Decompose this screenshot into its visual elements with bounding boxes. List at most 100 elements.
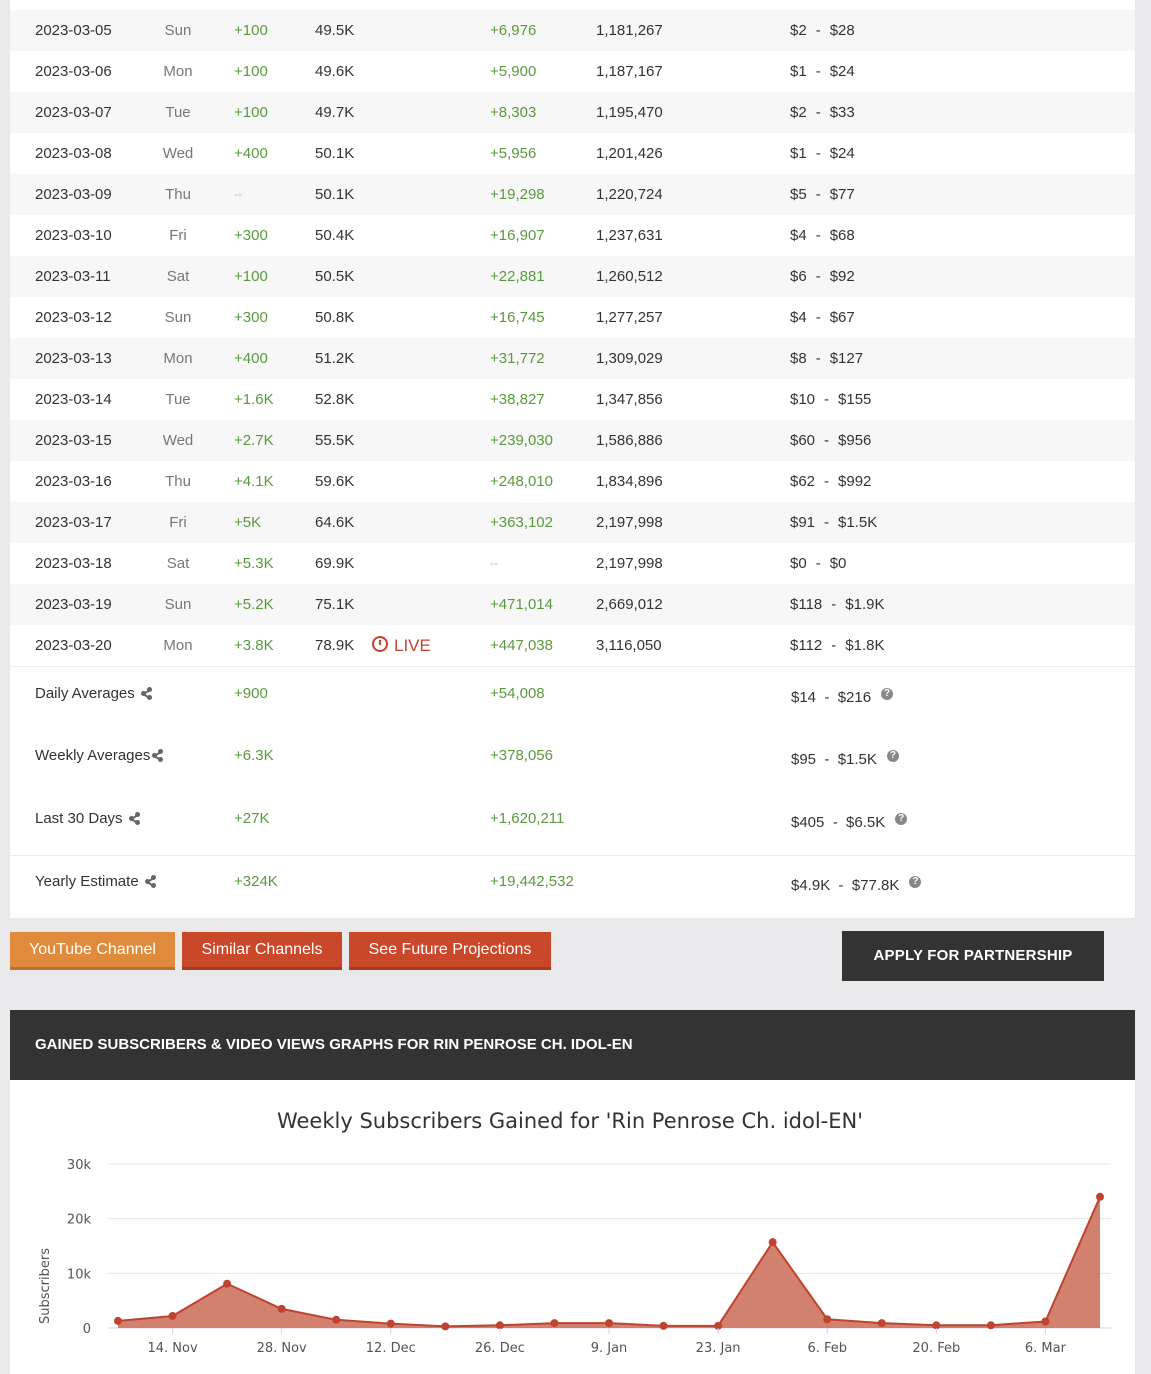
earnings-high: $1.9K <box>845 596 885 613</box>
earnings-separator: - <box>815 268 821 285</box>
live-badge[interactable]: LIVE <box>372 625 431 666</box>
summary-views: +1,620,211 <box>490 810 565 827</box>
data-point[interactable] <box>659 1321 668 1330</box>
row-day: Thu <box>165 186 191 203</box>
earnings-separator: - <box>824 432 830 449</box>
data-point[interactable] <box>386 1319 395 1328</box>
apply-partnership-button[interactable]: APPLY FOR PARTNERSHIP <box>842 931 1104 981</box>
row-subs-total: 50.4K <box>315 227 355 244</box>
earnings-high: $24 <box>829 145 855 162</box>
youtube-channel-button[interactable]: YouTube Channel <box>10 932 175 970</box>
earnings-separator: - <box>815 555 821 572</box>
earnings-low: $1 <box>790 63 807 80</box>
summary-row-weekly: Weekly Averages +6.3K +378,056 $95 - $1.… <box>10 729 1135 791</box>
row-subs-total: 69.9K <box>315 555 355 572</box>
row-subs-total: 49.7K <box>315 104 355 121</box>
row-date: 2023-03-09 <box>35 186 112 203</box>
row-subs-change: +400 <box>234 145 268 162</box>
row-subs-change: +5K <box>234 514 262 531</box>
row-views-change: +363,102 <box>490 514 553 531</box>
table-row: 2023-03-15 Wed +2.7K 55.5K +239,030 1,586,886… <box>10 420 1135 462</box>
earnings-separator: - <box>815 104 821 121</box>
earnings-high: $0 <box>829 555 847 572</box>
table-row: 2023-03-05 Sun +100 49.5K +6,976 1,181,267 $2-… <box>10 10 1135 52</box>
earnings-low: $60 <box>790 432 816 449</box>
summary-views: +378,056 <box>490 747 553 764</box>
similar-channels-button[interactable]: Similar Channels <box>182 932 342 970</box>
data-point[interactable] <box>441 1322 450 1331</box>
row-earnings: $2- $28 <box>790 10 855 51</box>
earnings-high: $1.8K <box>845 637 885 654</box>
x-tick-label: 9. Jan <box>591 1341 628 1356</box>
row-views-total: 1,201,426 <box>596 145 663 162</box>
data-point[interactable] <box>114 1316 122 1325</box>
data-point[interactable] <box>986 1321 995 1330</box>
summary-label: Daily Averages <box>35 685 153 702</box>
x-tick-label: 12. Dec <box>366 1341 416 1356</box>
data-point[interactable] <box>768 1238 777 1247</box>
earnings-low: $2 <box>790 104 807 121</box>
row-views-change: +16,907 <box>490 227 545 244</box>
summary-earnings: $405 - $6.5K? <box>791 813 908 831</box>
row-subs-change: -- <box>234 187 242 201</box>
help-icon[interactable]: ? <box>909 876 922 888</box>
row-subs-change: +2.7K <box>234 432 274 449</box>
data-point[interactable] <box>605 1319 613 1328</box>
row-date: 2023-03-08 <box>35 145 112 162</box>
share-icon[interactable] <box>144 875 157 888</box>
summary-earnings: $4.9K - $77.8K? <box>791 876 922 894</box>
data-point[interactable] <box>823 1315 832 1324</box>
row-views-total: 1,834,896 <box>596 473 663 490</box>
data-point[interactable] <box>223 1279 232 1288</box>
data-point[interactable] <box>550 1319 559 1328</box>
row-subs-total: 64.6K <box>315 514 355 531</box>
row-views-total: 1,187,167 <box>596 63 663 80</box>
data-point[interactable] <box>1096 1192 1104 1201</box>
data-point[interactable] <box>168 1311 177 1320</box>
table-row: 2023-03-08 Wed +400 50.1K +5,956 1,201,426 $1-… <box>10 133 1135 175</box>
row-views-total: 1,309,029 <box>596 350 663 367</box>
share-icon[interactable] <box>152 749 164 762</box>
x-tick-label: 26. Dec <box>475 1341 525 1356</box>
data-point[interactable] <box>277 1304 286 1313</box>
row-views-change: +447,038 <box>490 637 553 654</box>
row-date: 2023-03-10 <box>35 227 112 244</box>
help-icon[interactable]: ? <box>886 750 899 762</box>
row-subs-change: +100 <box>234 104 268 121</box>
row-subs-change: +400 <box>234 350 268 367</box>
row-date: 2023-03-16 <box>35 473 112 490</box>
live-label: LIVE <box>394 636 431 655</box>
row-date: 2023-03-07 <box>35 104 112 121</box>
row-subs-change: +100 <box>234 22 268 39</box>
row-subs-change: +300 <box>234 227 268 244</box>
help-icon[interactable]: ? <box>895 813 908 825</box>
earnings-low: $112 <box>790 637 823 654</box>
share-icon[interactable] <box>140 687 153 700</box>
share-icon[interactable] <box>128 812 141 825</box>
row-views-change: +471,014 <box>490 596 553 613</box>
data-point[interactable] <box>1041 1317 1050 1326</box>
row-day: Thu <box>165 473 191 490</box>
earnings-high: $956 <box>838 432 872 449</box>
help-icon[interactable]: ? <box>881 688 894 700</box>
row-subs-total: 50.5K <box>315 268 355 285</box>
row-subs-total: 49.6K <box>315 63 355 80</box>
series-area <box>118 1196 1100 1328</box>
earnings-high: $67 <box>829 309 855 326</box>
row-views-total: 1,195,470 <box>596 104 663 121</box>
row-day: Mon <box>163 637 193 654</box>
row-date: 2023-03-13 <box>35 350 112 367</box>
row-subs-change: +4.1K <box>234 473 274 490</box>
earnings-low: $4 <box>790 309 807 326</box>
data-point[interactable] <box>332 1315 341 1324</box>
row-subs-total: 55.5K <box>315 432 355 449</box>
future-projections-button[interactable]: See Future Projections <box>349 932 551 970</box>
data-point[interactable] <box>877 1319 886 1328</box>
weekly-subscribers-chart: Weekly Subscribers Gained for 'Rin Penro… <box>38 1109 1111 1356</box>
row-earnings: $118- $1.9K <box>790 584 884 625</box>
row-views-change: +248,010 <box>490 473 553 490</box>
y-axis-label: Subscribers <box>38 1248 53 1324</box>
summary-row-daily: Daily Averages +900 +54,008 $14 - $216? <box>10 667 1135 729</box>
row-day: Sat <box>166 268 190 285</box>
y-tick-label: 30k <box>67 1158 92 1173</box>
